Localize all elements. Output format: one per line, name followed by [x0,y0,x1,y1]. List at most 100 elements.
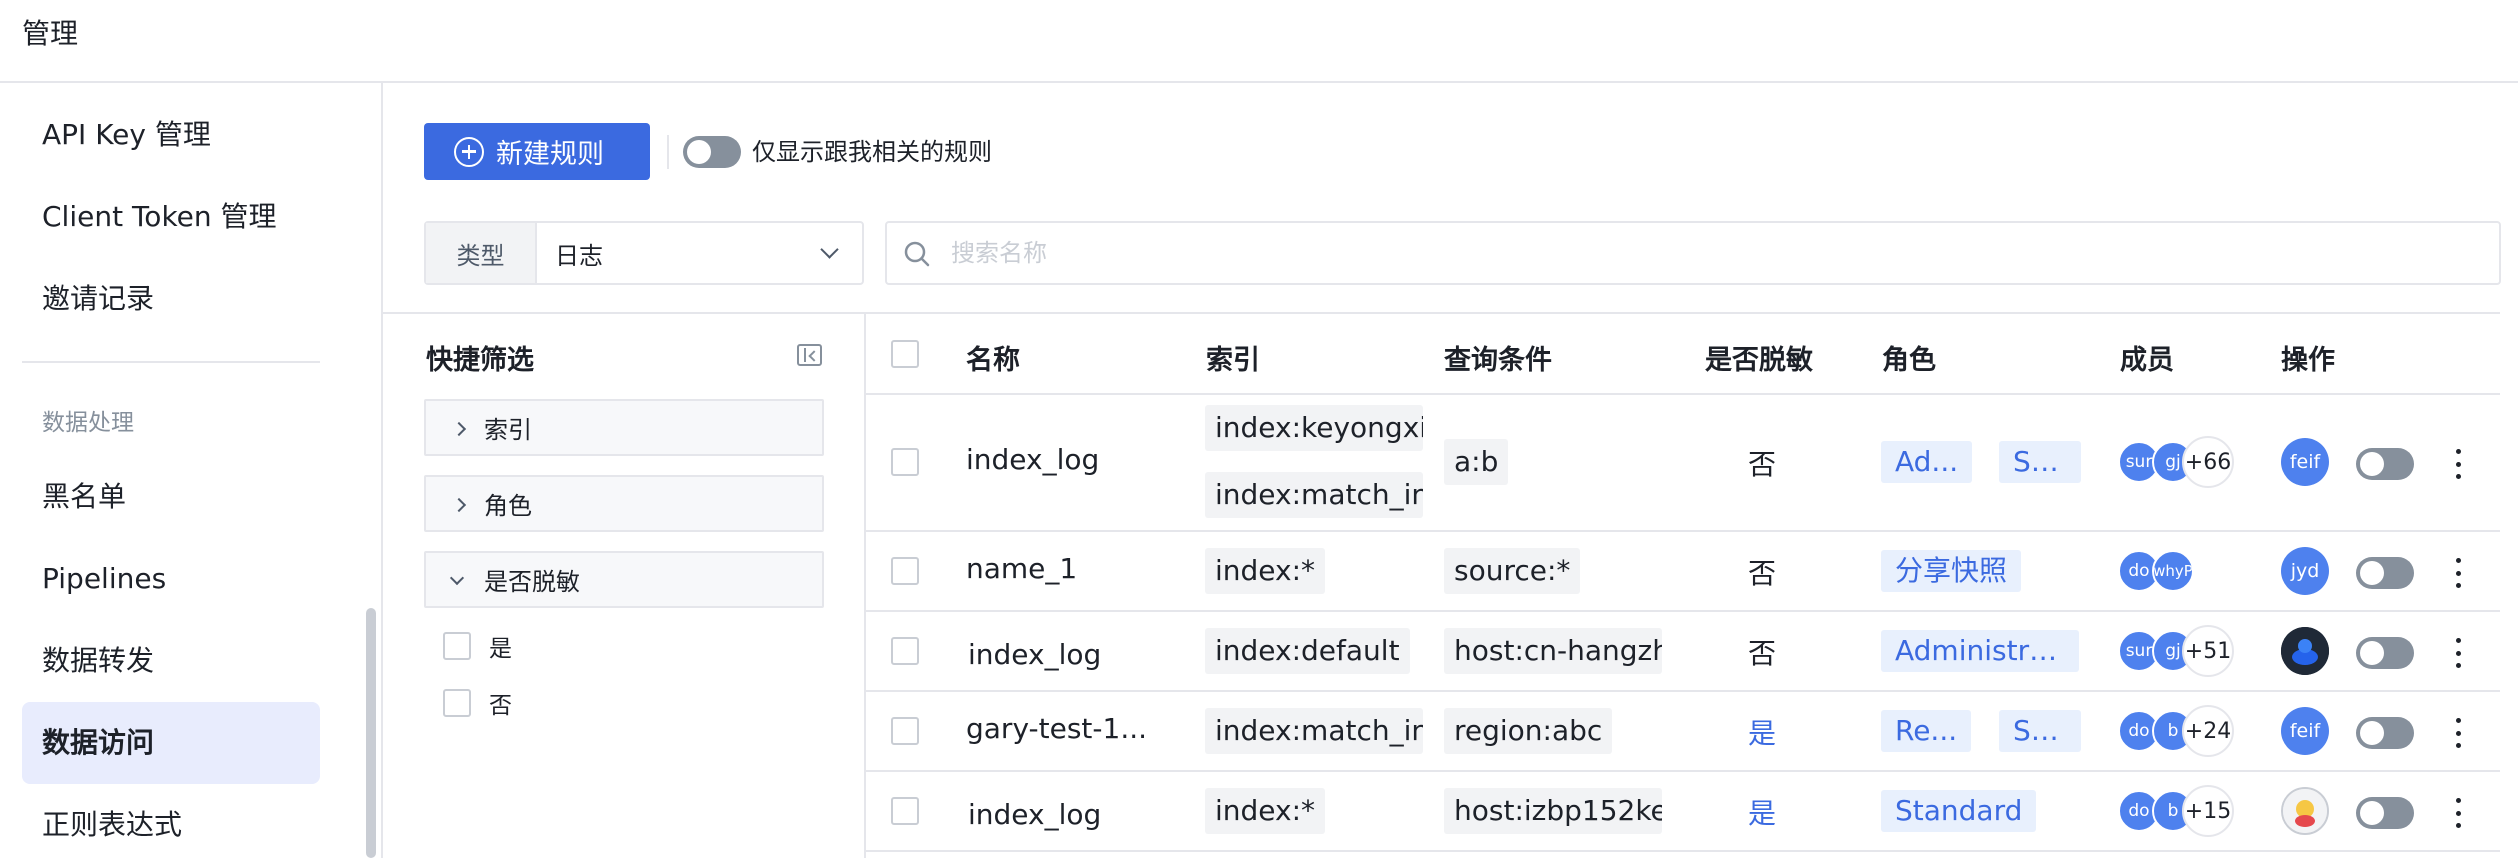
operator-avatar[interactable] [2281,627,2329,675]
only-mine-toggle[interactable] [683,136,741,168]
index-tag: index:* [1205,788,1326,834]
index-tag: index:match_ind [1205,472,1423,518]
operator-avatar[interactable]: feif [2281,707,2329,755]
toolbar-divider [667,135,669,169]
filter-section-label: 角色 [484,492,532,520]
row-checkbox[interactable] [891,717,919,745]
more-actions-icon[interactable] [2455,449,2461,479]
row-checkbox[interactable] [891,557,919,585]
operator-avatar[interactable] [2281,787,2329,835]
query-tag: host:izbp152ke1 [1444,788,1662,834]
filter-option-label: 是 [489,636,512,662]
operator-avatar[interactable]: feif [2281,438,2329,486]
column-header-index[interactable]: 索引 [1206,338,1260,377]
filter-option-no[interactable]: 否 [443,686,512,720]
row-name[interactable]: name_1 [966,552,1077,585]
filter-section-index[interactable]: 索引 [424,399,824,456]
type-select-selected: 日志 [555,241,603,270]
member-more-count[interactable]: +66 [2182,436,2234,488]
query-tag: a:b [1444,439,1509,485]
new-rule-label: 新建规则 [496,139,604,170]
row-divider [866,770,2500,772]
sidebar-item-client-token[interactable]: Client Token 管理 [22,176,320,258]
query-tag: host:cn-hangzh [1444,628,1662,674]
column-header-members[interactable]: 成员 [2120,338,2174,377]
row-divider [866,393,2500,395]
select-all-checkbox[interactable] [891,340,919,368]
search-box[interactable] [885,221,2501,285]
more-actions-icon[interactable] [2455,558,2461,588]
row-name[interactable]: index_log [968,798,1101,831]
only-mine-label: 仅显示跟我相关的规则 [752,138,992,166]
role-tag: Administra... [1881,630,2079,672]
column-header-role[interactable]: 角色 [1882,338,1936,377]
sidebar-item-data-access[interactable]: 数据访问 [22,702,320,784]
column-header-query[interactable]: 查询条件 [1444,338,1552,377]
index-tag: index:default [1205,628,1410,674]
query-tag: source:* [1444,548,1581,594]
checkbox[interactable] [443,689,471,717]
sidebar-item-invite-records[interactable]: 邀请记录 [22,258,320,340]
column-header-name[interactable]: 名称 [966,338,1020,377]
row-checkbox[interactable] [891,637,919,665]
checkbox[interactable] [443,632,471,660]
sidebar-item-data-forwarding[interactable]: 数据转发 [22,620,320,702]
row-name[interactable]: gary-test-1... [966,712,1147,745]
desensitized-value: 是 [1748,717,1777,750]
filter-section-desensitized[interactable]: 是否脱敏 [424,551,824,608]
role-tag: Ad... [1881,441,1973,483]
chevron-right-icon [451,421,467,437]
filter-section-role[interactable]: 角色 [424,475,824,532]
search-icon [904,241,930,267]
index-tag: index:* [1205,548,1326,594]
row-checkbox[interactable] [891,797,919,825]
rule-enable-toggle[interactable] [2356,448,2414,480]
rule-enable-toggle[interactable] [2356,717,2414,749]
rule-enable-toggle[interactable] [2356,797,2414,829]
desensitized-value: 否 [1748,637,1777,670]
more-actions-icon[interactable] [2455,798,2461,828]
more-actions-icon[interactable] [2455,718,2461,748]
avatar-image-icon [2283,789,2327,833]
operator-avatar[interactable]: jyd [2281,547,2329,595]
row-divider [866,610,2500,612]
type-select-value[interactable]: 日志 [537,223,862,283]
avatar-image-icon [2281,627,2329,675]
member-more-count[interactable]: +51 [2182,625,2234,677]
type-select[interactable]: 类型 日志 [424,221,864,285]
sidebar-item-api-key[interactable]: API Key 管理 [22,94,320,176]
new-rule-button[interactable]: 新建规则 [424,123,650,180]
plus-circle-icon [454,136,484,167]
row-name[interactable]: index_log [966,443,1099,476]
desensitized-value: 是 [1748,797,1777,830]
chevron-down-icon [449,570,465,586]
more-actions-icon[interactable] [2455,638,2461,668]
filter-option-label: 否 [489,693,512,719]
member-avatar[interactable]: whyP [2152,550,2194,592]
collapse-panel-icon[interactable] [797,344,822,366]
chevron-right-icon [451,497,467,513]
role-tag: St... [1999,441,2081,483]
page-title: 管理 [22,17,79,50]
role-tag: 分享快照 [1881,550,2022,592]
rule-enable-toggle[interactable] [2356,637,2414,669]
chevron-down-icon [820,240,839,259]
search-input[interactable] [951,223,2451,283]
sidebar-divider [22,361,320,363]
sidebar-scrollbar[interactable] [366,608,376,858]
quick-filter-title: 快捷筛选 [426,345,534,376]
row-name[interactable]: index_log [968,638,1101,671]
index-tag: index:keyongxin [1205,405,1423,451]
filter-option-yes[interactable]: 是 [443,629,512,663]
member-more-count[interactable]: +15 [2182,785,2234,837]
row-checkbox[interactable] [891,448,919,476]
member-more-count[interactable]: +24 [2182,705,2234,757]
role-tag: Standard [1881,790,2037,832]
role-tag: Re... [1881,710,1972,752]
column-header-actions[interactable]: 操作 [2281,338,2335,377]
sidebar-item-blacklist[interactable]: 黑名单 [22,456,320,538]
sidebar-item-regex[interactable]: 正则表达式 [22,784,320,858]
sidebar-item-pipelines[interactable]: Pipelines [22,538,320,620]
rule-enable-toggle[interactable] [2356,557,2414,589]
column-header-desensitized[interactable]: 是否脱敏 [1705,338,1813,377]
